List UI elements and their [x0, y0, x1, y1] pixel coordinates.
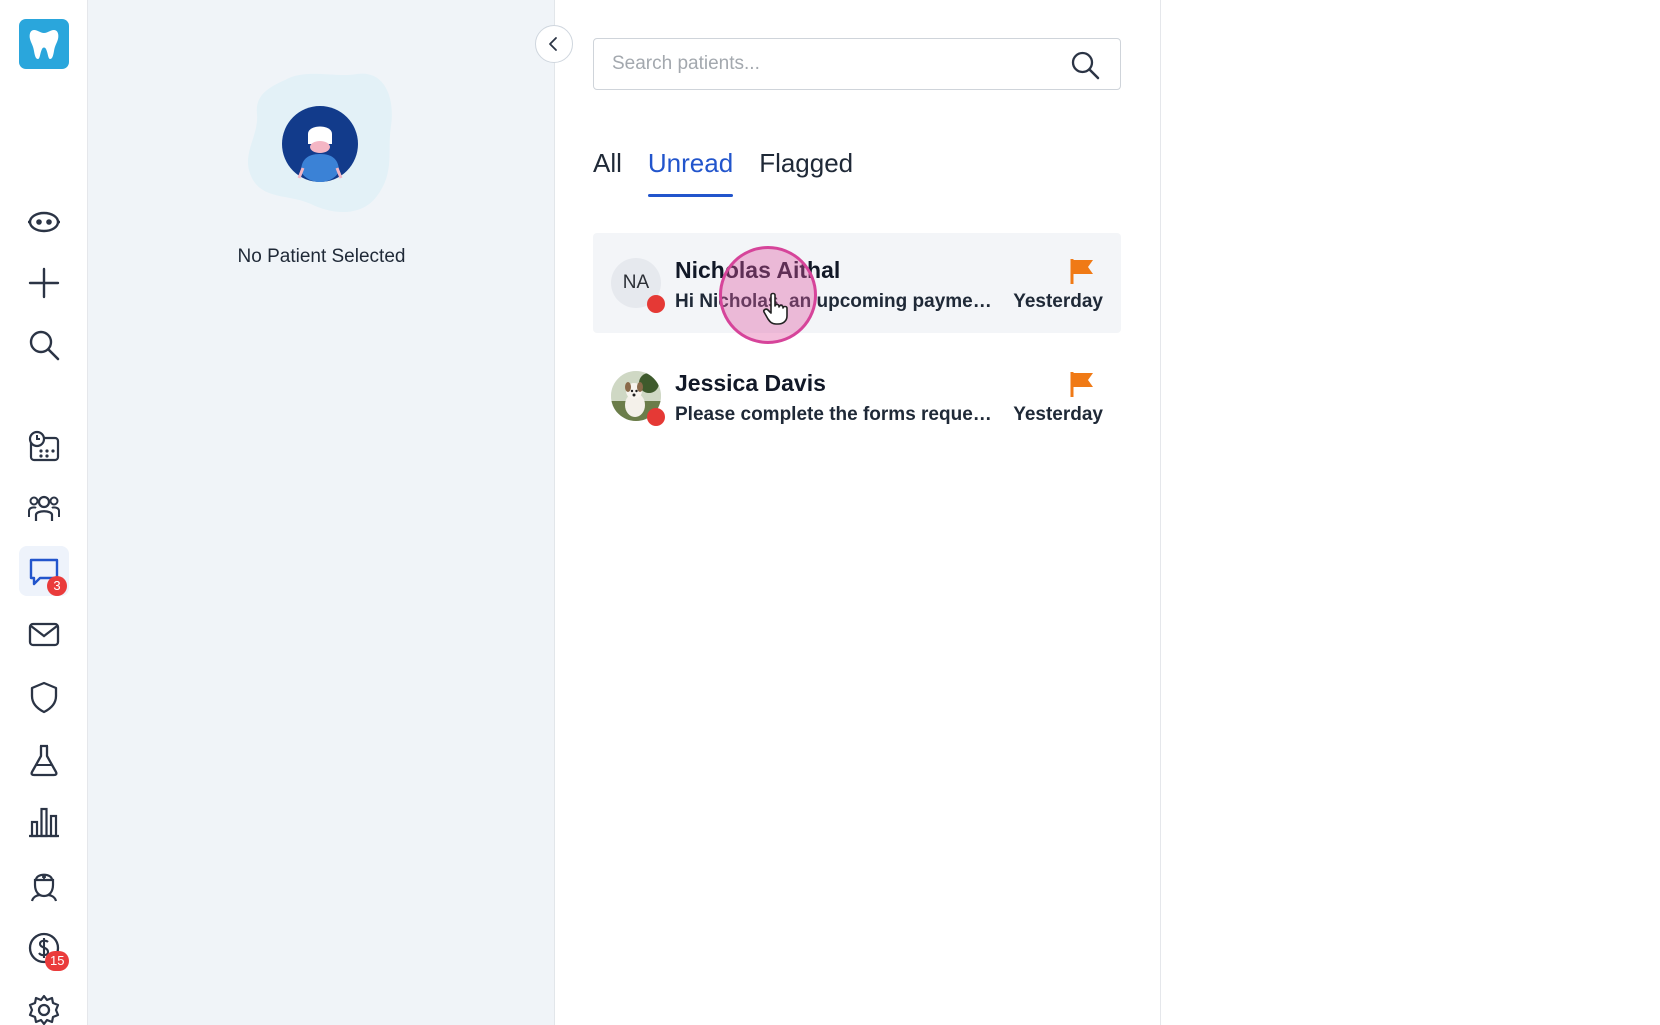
message-time: Yesterday: [1013, 291, 1103, 312]
no-patient-illustration: [247, 73, 392, 213]
tab-all[interactable]: All: [593, 145, 622, 197]
message-preview: Hi Nicholas, an upcoming payment reminde…: [675, 291, 993, 312]
schedule-icon: [28, 430, 60, 462]
patient-panel: No Patient Selected: [88, 0, 555, 1025]
message-time: Yesterday: [1013, 404, 1103, 425]
plus-icon: [28, 267, 60, 299]
search-input[interactable]: [612, 39, 1052, 89]
patient-name: Jessica Davis: [675, 370, 826, 396]
patient-search: [593, 38, 1121, 90]
patients-icon: [28, 495, 60, 521]
conversation-row[interactable]: NA Nicholas Aithal Hi Nicholas, an upcom…: [593, 233, 1121, 333]
rail-search[interactable]: [19, 320, 69, 370]
mail-icon: [28, 622, 60, 647]
app-root: 3 15 No Patient Selected Search patients…: [0, 0, 1660, 1025]
rail-patients[interactable]: [19, 483, 69, 533]
message-filter-tabs: All Unread Flagged: [593, 145, 853, 197]
flag-icon[interactable]: [1069, 257, 1095, 285]
lab-flask-icon: [30, 744, 58, 777]
collapse-panel-button[interactable]: [535, 25, 573, 63]
conversation-list-panel: All Unread Flagged NA Nicholas Aithal Hi…: [555, 0, 1161, 1025]
patient-name: Nicholas Aithal: [675, 257, 841, 283]
billing-badge: 15: [45, 951, 70, 971]
search-icon[interactable]: [1070, 50, 1100, 80]
rail-messages[interactable]: 3: [19, 546, 69, 596]
message-preview: Please complete the forms requested: [675, 404, 993, 425]
tooth-logo-icon[interactable]: [19, 19, 69, 69]
chevron-left-icon: [549, 37, 557, 51]
rail-insurance[interactable]: [19, 672, 69, 722]
tab-unread[interactable]: Unread: [647, 145, 734, 197]
doctor-icon: [30, 873, 58, 902]
messages-badge: 3: [47, 576, 67, 596]
settings-icon: [28, 994, 60, 1025]
tab-flagged[interactable]: Flagged: [759, 145, 853, 197]
search-icon: [29, 330, 60, 361]
rail-ai-assistant[interactable]: [19, 197, 69, 247]
rail-mail[interactable]: [19, 609, 69, 659]
conversation-row[interactable]: Jessica Davis Please complete the forms …: [593, 346, 1121, 446]
rail-billing[interactable]: 15: [19, 923, 70, 973]
flag-icon[interactable]: [1069, 370, 1095, 398]
rail-add[interactable]: [19, 258, 69, 308]
rail-analytics[interactable]: [19, 797, 69, 847]
no-patient-text: No Patient Selected: [237, 246, 406, 267]
rail-providers[interactable]: [19, 860, 69, 910]
rail-lab[interactable]: [19, 735, 69, 785]
rail-schedule[interactable]: [19, 421, 69, 471]
unread-dot: [647, 408, 665, 426]
shield-icon: [30, 681, 58, 714]
nav-rail: 3 15: [0, 0, 88, 1025]
rail-settings[interactable]: [19, 985, 69, 1025]
unread-dot: [647, 295, 665, 313]
robot-icon: [28, 211, 60, 233]
analytics-icon: [29, 807, 59, 838]
